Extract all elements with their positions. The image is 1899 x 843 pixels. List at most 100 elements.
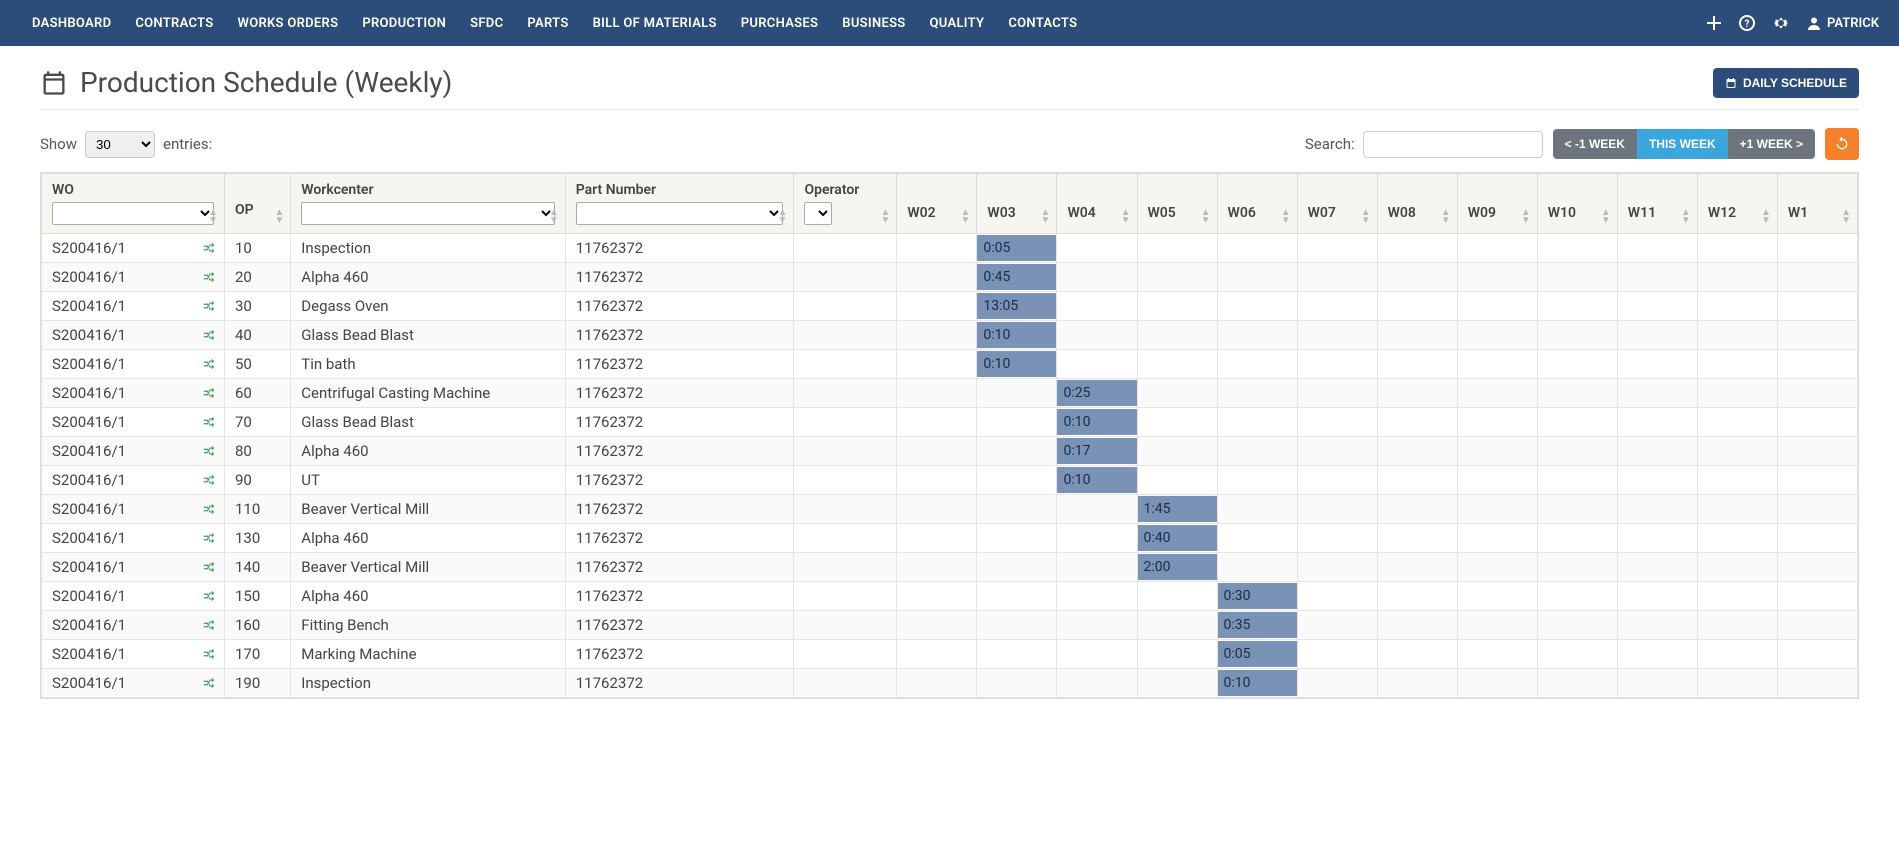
time-chip[interactable]: 0:25 [1057,380,1136,406]
sort-icon[interactable]: ▲▼ [961,209,971,225]
nav-item-business[interactable]: BUSINESS [830,2,917,45]
shuffle-icon[interactable] [202,415,216,429]
shuffle-icon[interactable] [202,589,216,603]
col-header-w03[interactable]: W03▲▼ [977,174,1057,234]
nav-item-quality[interactable]: QUALITY [918,2,997,45]
shuffle-icon[interactable] [202,531,216,545]
col-header-operator[interactable]: Operator ▲▼ [794,174,897,234]
entries-select[interactable]: 30 [85,131,155,158]
nav-item-contacts[interactable]: CONTACTS [996,2,1089,45]
sort-icon[interactable]: ▲▼ [1841,209,1851,225]
nav-item-production[interactable]: PRODUCTION [350,2,458,45]
col-header-w09[interactable]: W09▲▼ [1457,174,1537,234]
sort-icon[interactable]: ▲▼ [1521,209,1531,225]
nav-item-bill-of-materials[interactable]: BILL OF MATERIALS [581,2,729,45]
col-header-w07[interactable]: W07▲▼ [1297,174,1377,234]
sort-icon[interactable]: ▲▼ [1281,209,1291,225]
sort-icon[interactable]: ▲▼ [1121,209,1131,225]
sort-icon[interactable]: ▲▼ [549,209,559,225]
time-chip[interactable]: 0:05 [1218,641,1297,667]
shuffle-icon[interactable] [202,386,216,400]
sort-icon[interactable]: ▲▼ [1441,209,1451,225]
cell-operator [794,321,897,350]
col-header-workcenter[interactable]: Workcenter ▲▼ [291,174,565,234]
cell-w1 [1777,292,1857,321]
shuffle-icon[interactable] [202,647,216,661]
refresh-button[interactable] [1825,128,1859,160]
cell-w02 [897,292,977,321]
time-chip[interactable]: 0:40 [1138,525,1217,551]
sort-icon[interactable]: ▲▼ [208,209,218,225]
time-chip[interactable]: 2:00 [1138,554,1217,580]
sort-icon[interactable]: ▲▼ [1681,209,1691,225]
sort-icon[interactable]: ▲▼ [1761,209,1771,225]
shuffle-icon[interactable] [202,502,216,516]
sort-icon[interactable]: ▲▼ [1601,209,1611,225]
shuffle-icon[interactable] [202,676,216,690]
nav-item-dashboard[interactable]: DASHBOARD [20,2,123,45]
shuffle-icon[interactable] [202,270,216,284]
sort-icon[interactable]: ▲▼ [1201,209,1211,225]
workcenter-filter-select[interactable] [301,202,554,225]
shuffle-icon[interactable] [202,560,216,574]
sort-icon[interactable]: ▲▼ [1041,209,1051,225]
col-header-w04[interactable]: W04▲▼ [1057,174,1137,234]
prev-week-button[interactable]: < -1 WEEK [1553,129,1637,159]
time-chip[interactable]: 0:10 [1057,409,1136,435]
next-week-button[interactable]: +1 WEEK > [1728,129,1815,159]
time-chip[interactable]: 13:05 [977,293,1056,319]
time-chip[interactable]: 0:10 [977,322,1056,348]
col-header-w10[interactable]: W10▲▼ [1537,174,1617,234]
operator-filter-select[interactable] [804,202,832,225]
time-chip[interactable]: 0:45 [977,264,1056,290]
col-header-w05[interactable]: W05▲▼ [1137,174,1217,234]
col-header-partnumber[interactable]: Part Number ▲▼ [565,174,794,234]
sort-icon[interactable]: ▲▼ [778,209,788,225]
time-chip[interactable]: 0:35 [1218,612,1297,638]
time-chip[interactable]: 1:45 [1138,496,1217,522]
wo-filter-select[interactable] [52,202,214,225]
show-label-pre: Show [40,135,77,153]
shuffle-icon[interactable] [202,299,216,313]
nav-item-sfdc[interactable]: SFDC [458,2,515,45]
cell-wo: S200416/1 [42,466,225,495]
col-header-op[interactable]: OP ▲▼ [224,174,290,234]
search-input[interactable] [1363,131,1543,158]
col-header-w02[interactable]: W02▲▼ [897,174,977,234]
shuffle-icon[interactable] [202,444,216,458]
time-chip[interactable]: 0:10 [1218,670,1297,696]
shuffle-icon[interactable] [202,618,216,632]
col-header-w06[interactable]: W06▲▼ [1217,174,1297,234]
nav-item-parts[interactable]: PARTS [515,2,580,45]
time-chip[interactable]: 0:10 [977,351,1056,377]
this-week-button[interactable]: THIS WEEK [1637,129,1728,159]
sort-icon[interactable]: ▲▼ [274,209,284,225]
cell-op: 40 [224,321,290,350]
time-chip[interactable]: 0:17 [1057,438,1136,464]
time-chip[interactable]: 0:10 [1057,467,1136,493]
nav-item-works-orders[interactable]: WORKS ORDERS [225,2,350,45]
shuffle-icon[interactable] [202,241,216,255]
col-header-w12[interactable]: W12▲▼ [1697,174,1777,234]
col-header-w08[interactable]: W08▲▼ [1377,174,1457,234]
daily-schedule-button[interactable]: DAILY SCHEDULE [1713,68,1859,98]
time-chip[interactable]: 0:30 [1218,583,1297,609]
time-chip[interactable]: 0:05 [977,235,1056,261]
col-header-w11[interactable]: W11▲▼ [1617,174,1697,234]
nav-item-purchases[interactable]: PURCHASES [729,2,831,45]
cell-w10 [1537,524,1617,553]
help-icon[interactable]: ? [1739,15,1755,31]
sort-icon[interactable]: ▲▼ [880,209,890,225]
gear-icon[interactable] [1773,15,1789,31]
show-label-post: entries: [163,135,212,153]
user-menu[interactable]: PATRICK [1807,16,1879,31]
nav-item-contracts[interactable]: CONTRACTS [123,2,225,45]
col-header-wo[interactable]: WO ▲▼ [42,174,225,234]
col-header-w1[interactable]: W1▲▼ [1777,174,1857,234]
shuffle-icon[interactable] [202,328,216,342]
partnumber-filter-select[interactable] [576,202,784,225]
plus-icon[interactable] [1707,16,1721,30]
shuffle-icon[interactable] [202,357,216,371]
shuffle-icon[interactable] [202,473,216,487]
sort-icon[interactable]: ▲▼ [1361,209,1371,225]
